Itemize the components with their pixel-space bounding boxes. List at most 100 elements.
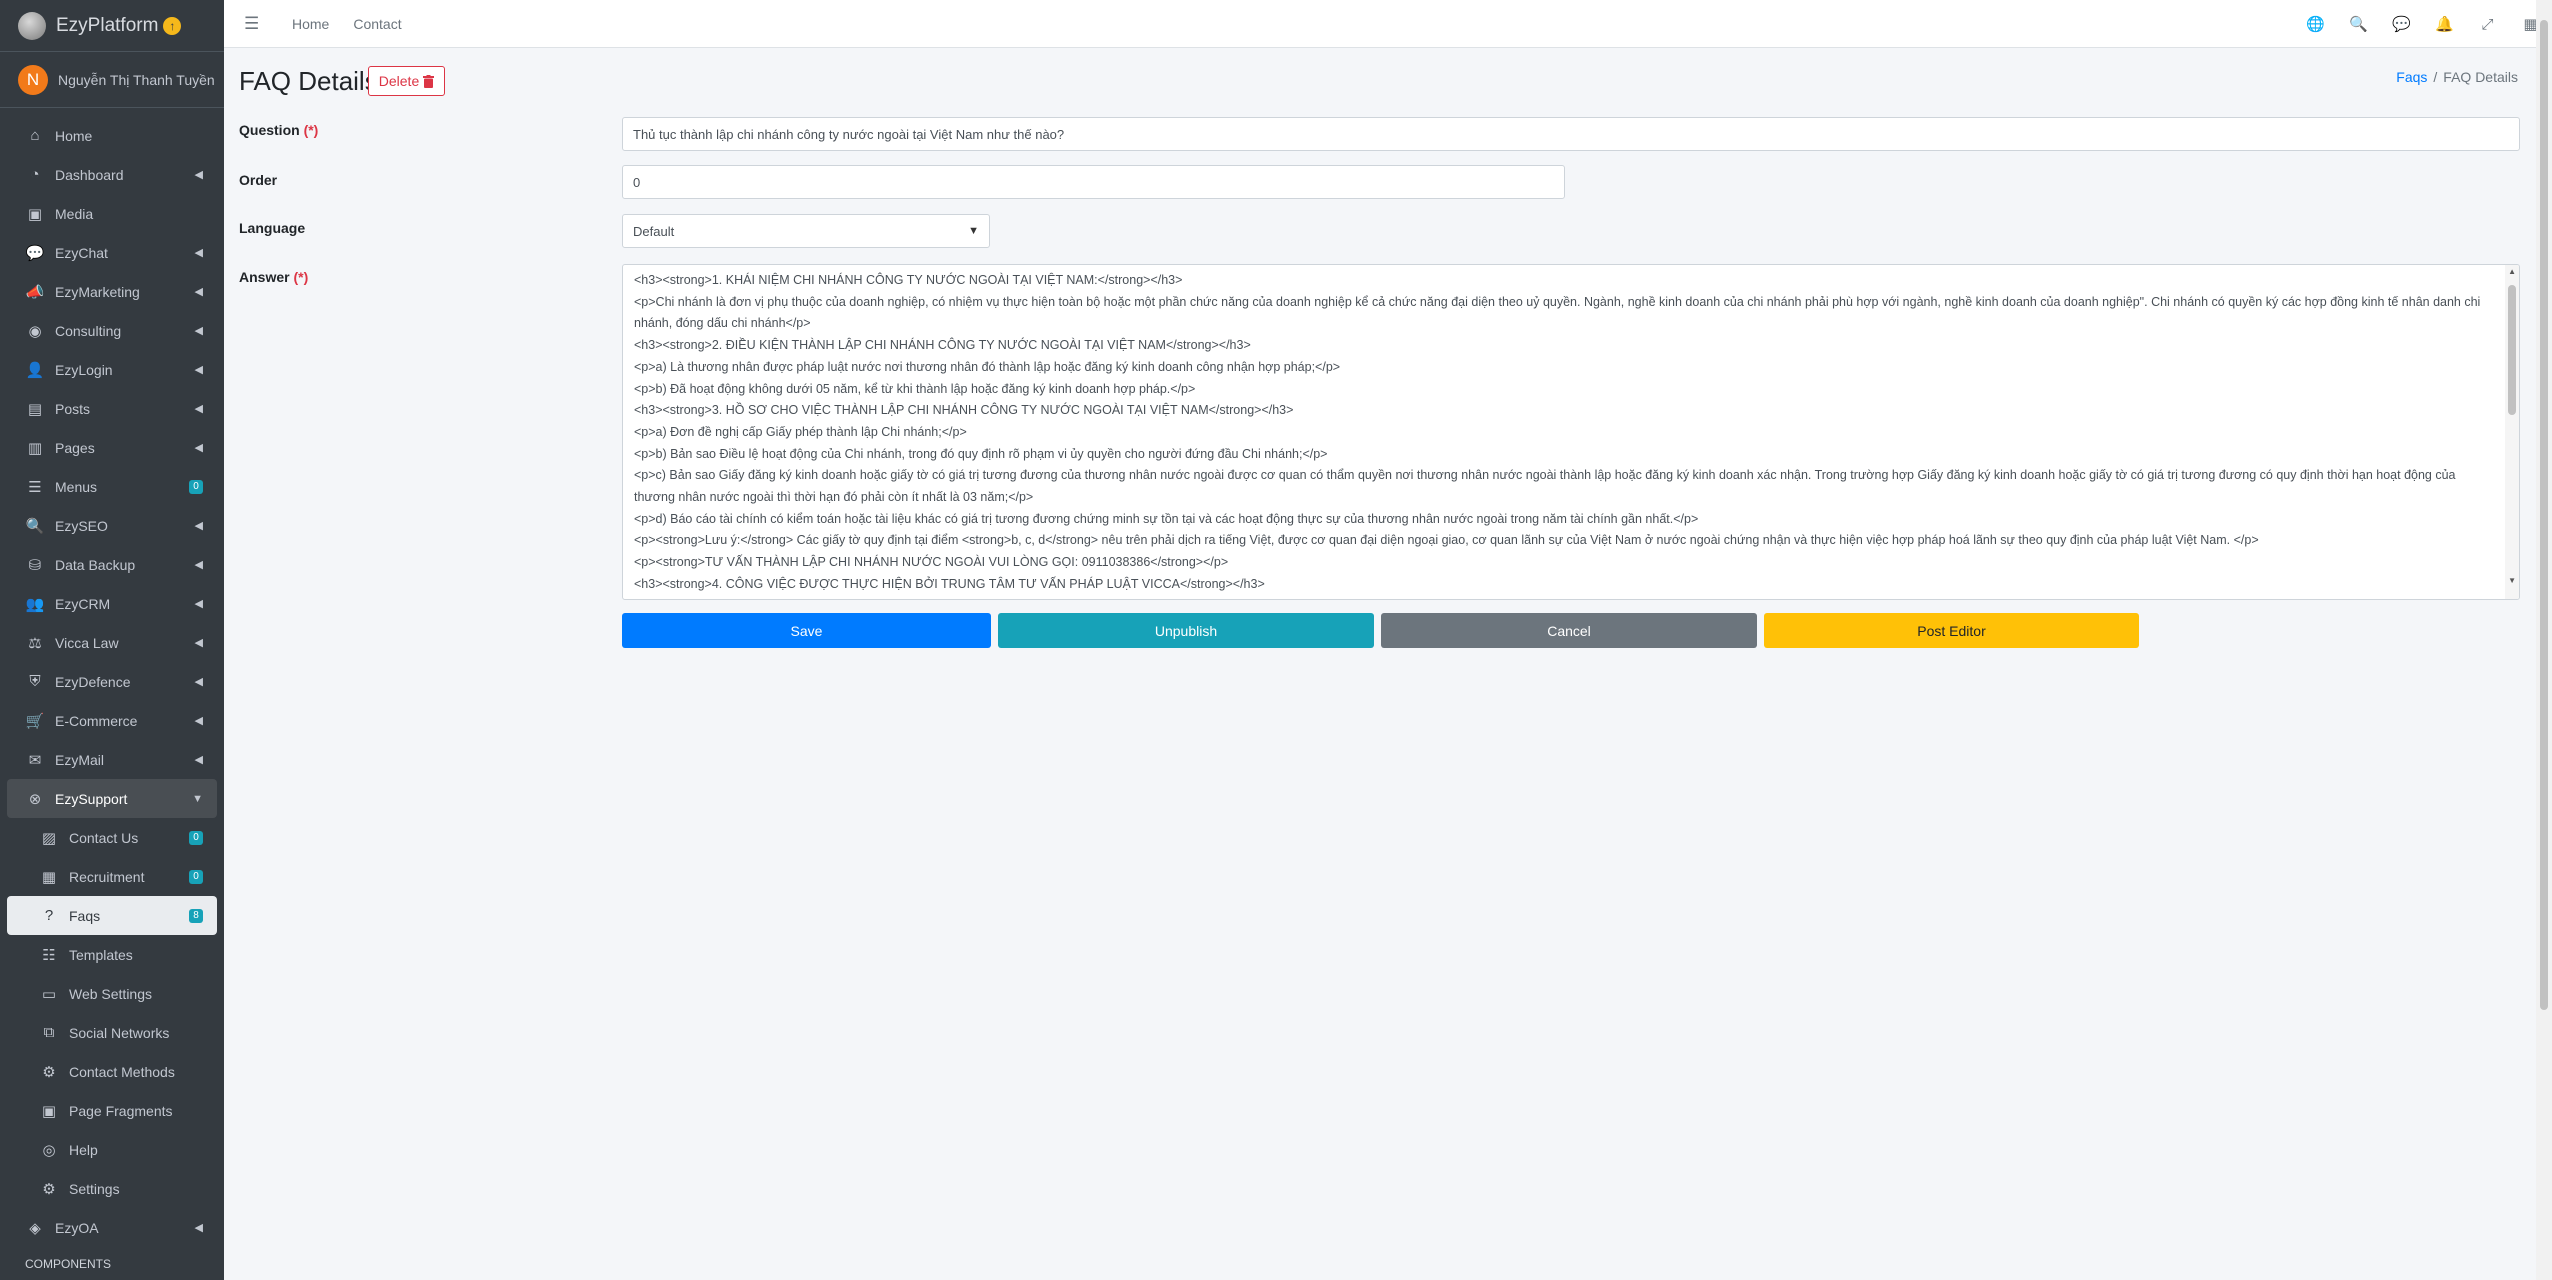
sidebar-item-help[interactable]: ◎ Help xyxy=(7,1130,217,1169)
sidebar-item-recruitment[interactable]: ▦ Recruitment 0 xyxy=(7,857,217,896)
answer-line: <p>a) Đơn đề nghị cấp Giấy phép thành lậ… xyxy=(634,424,967,439)
content-header: FAQ Details Delete Faqs / FAQ Details xyxy=(224,48,2524,112)
media-icon: ▣ xyxy=(27,205,43,223)
sidebar-item-ezymarketing[interactable]: 📣 EzyMarketing ◀ xyxy=(7,272,217,311)
answer-textarea[interactable]: <h3><strong>1. KHÁI NIỆM CHI NHÁNH CÔNG … xyxy=(622,264,2520,600)
topbar-icons: 🌐 🔍 💬 🔔 ⤢ ▦ xyxy=(2294,0,2552,48)
page-title: FAQ Details xyxy=(239,66,378,96)
answer-required-mark: (*) xyxy=(293,269,309,285)
answer-line: <p><strong>TƯ VẤN THÀNH LẬP CHI NHÁNH NƯ… xyxy=(634,555,1229,570)
templates-icon: ☷ xyxy=(42,946,56,964)
save-button[interactable]: Save xyxy=(622,613,991,648)
sidebar-item-label: Contact Methods xyxy=(69,1063,175,1080)
language-select[interactable]: Default ▼ xyxy=(622,214,990,248)
chat-icon: 💬 xyxy=(25,244,45,262)
sidebar-item-label: Faqs xyxy=(69,907,101,924)
sidebar-item-ezylogin[interactable]: 👤 EzyLogin ◀ xyxy=(7,350,217,389)
sidebar-item-templates[interactable]: ☷ Templates xyxy=(7,935,217,974)
sidebar-item-dashboard[interactable]: ◔ Dashboard ◀ xyxy=(7,155,217,194)
sidebar-item-data-backup[interactable]: ⛁ Data Backup ◀ xyxy=(7,545,217,584)
search-icon[interactable]: 🔍 xyxy=(2337,15,2380,33)
nav-link-home[interactable]: Home xyxy=(292,16,329,32)
database-icon: ⛁ xyxy=(28,556,42,574)
consulting-icon: ◉ xyxy=(28,322,42,340)
sidebar-item-vicca-law[interactable]: ⚖ Vicca Law ◀ xyxy=(7,623,217,662)
sidebar-item-ezycrm[interactable]: 👥 EzyCRM ◀ xyxy=(7,584,217,623)
count-badge: 0 xyxy=(189,830,203,845)
order-input[interactable]: 0 xyxy=(622,165,1565,199)
sidebar-item-label: Pages xyxy=(55,439,95,456)
chevron-left-icon: ◀ xyxy=(194,715,203,727)
question-input[interactable]: Thủ tục thành lập chi nhánh công ty nước… xyxy=(622,117,2520,151)
answer-scroll-thumb[interactable] xyxy=(2508,285,2516,415)
language-globe-icon[interactable]: 🌐 xyxy=(2294,15,2337,33)
order-label: Order xyxy=(239,172,278,188)
gavel-icon: ⚖ xyxy=(28,634,42,652)
unpublish-button[interactable]: Unpublish xyxy=(998,613,1374,648)
sidebar-item-page-fragments[interactable]: ▣ Page Fragments xyxy=(7,1091,217,1130)
brand[interactable]: EzyPlatform ↑ xyxy=(0,0,224,52)
sidebar-item-home[interactable]: ⌂ Home xyxy=(7,116,217,155)
messages-icon[interactable]: 💬 xyxy=(2380,15,2423,33)
sidebar-item-menus[interactable]: ☰ Menus 0 xyxy=(7,467,217,506)
notifications-bell-icon[interactable]: 🔔 xyxy=(2423,15,2466,33)
page-scroll-thumb[interactable] xyxy=(2540,20,2548,1010)
fullscreen-icon[interactable]: ⤢ xyxy=(2466,16,2509,33)
posts-icon: ▤ xyxy=(27,400,43,418)
delete-button[interactable]: Delete xyxy=(368,66,445,96)
hamburger-menu-icon[interactable]: ☰ xyxy=(244,14,268,34)
count-badge: 0 xyxy=(189,479,203,494)
sidebar-item-ezymail[interactable]: ✉ EzyMail ◀ xyxy=(7,740,217,779)
sidebar-item-settings[interactable]: ⚙ Settings xyxy=(7,1169,217,1208)
post-editor-button[interactable]: Post Editor xyxy=(1764,613,2139,648)
sidebar-item-e-commerce[interactable]: 🛒 E-Commerce ◀ xyxy=(7,701,217,740)
sidebar-item-ezyseo[interactable]: 🔍 EzySEO ◀ xyxy=(7,506,217,545)
language-label: Language xyxy=(239,220,306,236)
settings-icon: ⚙ xyxy=(42,1180,56,1198)
answer-line: <h3><strong>3. HỒ SƠ CHO VIỆC THÀNH LẬP … xyxy=(634,403,1294,418)
answer-line: <p><strong>Lưu ý:</strong> Các giấy tờ q… xyxy=(634,533,2259,548)
sidebar-item-ezychat[interactable]: 💬 EzyChat ◀ xyxy=(7,233,217,272)
window-icon: ▭ xyxy=(41,985,57,1003)
question-label-text: Question xyxy=(239,122,300,138)
sidebar-item-label: Media xyxy=(55,205,94,222)
sidebar-item-pages[interactable]: ▥ Pages ◀ xyxy=(7,428,217,467)
breadcrumb-faqs[interactable]: Faqs xyxy=(2396,69,2427,85)
cart-icon: 🛒 xyxy=(25,712,45,730)
sidebar-item-label: Home xyxy=(55,127,93,144)
user-lock-icon: 👤 xyxy=(25,361,45,379)
sidebar-item-media[interactable]: ▣ Media xyxy=(7,194,217,233)
answer-scrollbar[interactable]: ▲ ▼ xyxy=(2505,265,2519,599)
sidebar-item-ezyoa[interactable]: ◈ EzyOA ◀ xyxy=(7,1208,217,1247)
user-panel[interactable]: N Nguyễn Thị Thanh Tuyền xyxy=(0,52,224,108)
sidebar-item-label: Web Settings xyxy=(69,985,153,1002)
sidebar-item-label: Dashboard xyxy=(55,166,124,183)
nav-link-contact[interactable]: Contact xyxy=(353,16,401,32)
sidebar-item-social-networks[interactable]: ⧉ Social Networks xyxy=(7,1013,217,1052)
sidebar-item-label: Consulting xyxy=(55,322,122,339)
sidebar-item-consulting[interactable]: ◉ Consulting ◀ xyxy=(7,311,217,350)
sidebar-item-label: Social Networks xyxy=(69,1024,170,1041)
sidebar-item-posts[interactable]: ▤ Posts ◀ xyxy=(7,389,217,428)
life-ring-icon: ⊗ xyxy=(28,790,42,808)
sidebar-item-contact-us[interactable]: ▨ Contact Us 0 xyxy=(7,818,217,857)
cancel-button[interactable]: Cancel xyxy=(1381,613,1757,648)
question-circle-icon: ? xyxy=(44,907,54,924)
sidebar-item-web-settings[interactable]: ▭ Web Settings xyxy=(7,974,217,1013)
answer-line: <p>Chi nhánh là đơn vị phụ thuộc của doa… xyxy=(634,294,2481,331)
brand-logo-icon xyxy=(18,11,46,40)
sidebar-item-label: Settings xyxy=(69,1180,120,1197)
required-mark: (*) xyxy=(303,122,319,138)
sidebar-item-ezysupport[interactable]: ⊗ EzySupport ▼ xyxy=(7,779,217,818)
sidebar-item-contact-methods[interactable]: ⚙ Contact Methods xyxy=(7,1052,217,1091)
sidebar-item-label: Help xyxy=(69,1141,98,1158)
sidebar-item-label: EzySEO xyxy=(55,517,108,534)
scroll-up-icon[interactable]: ▲ xyxy=(2508,267,2516,276)
sidebar-item-ezydefence[interactable]: ⛨ EzyDefence ◀ xyxy=(7,662,217,701)
bullhorn-icon: 📣 xyxy=(25,283,45,301)
chevron-left-icon: ◀ xyxy=(194,364,203,376)
breadcrumb-current: FAQ Details xyxy=(2443,69,2518,85)
sidebar-item-faqs[interactable]: ? Faqs 8 xyxy=(7,896,217,935)
page-scrollbar[interactable] xyxy=(2536,0,2552,1280)
scroll-down-icon[interactable]: ▼ xyxy=(2508,576,2516,585)
